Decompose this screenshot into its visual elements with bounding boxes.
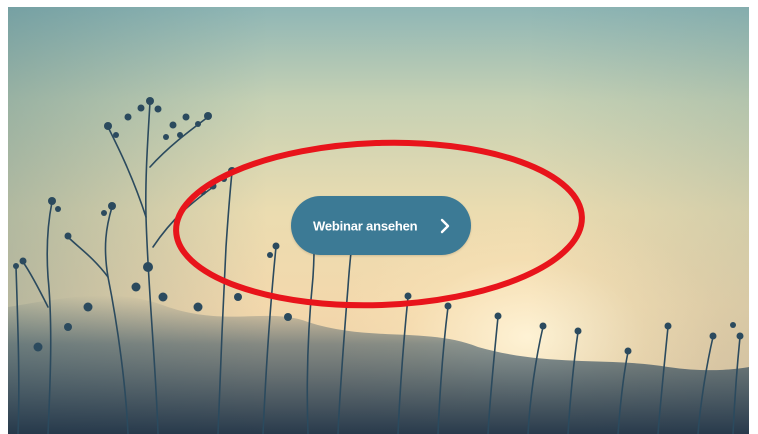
chevron-right-icon: [440, 218, 450, 233]
hero-banner: Webinar ansehen: [8, 7, 749, 434]
watch-webinar-button[interactable]: Webinar ansehen: [291, 196, 471, 255]
watch-webinar-button-label: Webinar ansehen: [313, 218, 418, 233]
